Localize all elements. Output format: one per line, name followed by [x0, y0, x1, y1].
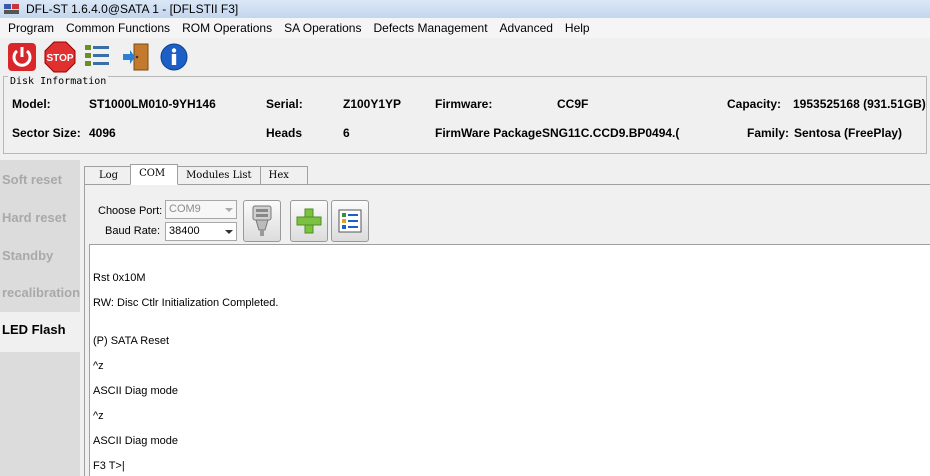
serial-label: Serial: [266, 97, 303, 111]
power-button[interactable] [6, 41, 38, 73]
capacity-label: Capacity: [727, 97, 782, 111]
firmware-value: CC9F [557, 97, 589, 111]
menu-advanced[interactable]: Advanced [494, 18, 559, 38]
tab-log[interactable]: Log [84, 166, 132, 185]
info-icon [160, 43, 188, 71]
add-button[interactable] [290, 200, 328, 242]
stop-button[interactable]: STOP [44, 41, 76, 73]
family-label: Family: [747, 126, 790, 140]
console-line: Rst 0x10M [93, 272, 146, 284]
exit-door-icon [123, 43, 149, 71]
sidebar-item-soft-reset[interactable]: Soft reset [2, 172, 62, 187]
sidebar: Soft reset Hard reset Standby recalibrat… [0, 160, 80, 476]
model-value: ST1000LM010-9YH146 [89, 97, 216, 111]
com-console-output[interactable]: Rst 0x10M RW: Disc Ctlr Initialization C… [89, 244, 930, 476]
menu-common-functions[interactable]: Common Functions [60, 18, 176, 38]
module-list-button[interactable] [331, 200, 369, 242]
console-line: ^z [93, 410, 104, 422]
serial-value: Z100Y1YP [343, 97, 402, 111]
console-line: ASCII Diag mode [93, 435, 178, 447]
tab-hex[interactable]: Hex [259, 166, 308, 185]
app-icon [4, 3, 20, 15]
menu-help[interactable]: Help [559, 18, 596, 38]
tab-bar: Log COM Modules List Hex [84, 164, 308, 185]
stop-icon-text: STOP [46, 53, 73, 64]
serial-connector-icon [252, 205, 272, 236]
info-button[interactable] [158, 41, 190, 73]
sidebar-item-standby[interactable]: Standby [2, 248, 53, 263]
baud-rate-select-value: 38400 [169, 225, 200, 237]
sidebar-item-led-flash[interactable]: LED Flash [2, 322, 66, 337]
list-icon [85, 45, 109, 66]
menu-bar: Program Common Functions ROM Operations … [0, 18, 930, 38]
choose-port-label: Choose Port: [98, 205, 163, 217]
exit-button[interactable] [120, 41, 152, 73]
family-value: Sentosa (FreePlay) [794, 126, 903, 140]
port-select-value: COM9 [169, 203, 201, 215]
window-title: DFL-ST 1.6.4.0@SATA 1 - [DFLSTII F3] [26, 2, 239, 16]
capacity-value: 1953525168 (931.51GB) [793, 97, 926, 111]
baud-rate-label: Baud Rate: [105, 225, 161, 237]
menu-sa-operations[interactable]: SA Operations [278, 18, 367, 38]
heads-label: Heads [266, 126, 303, 140]
tab-com[interactable]: COM [130, 164, 179, 185]
chevron-down-icon [225, 208, 233, 212]
disk-information-legend: Disk Information [8, 76, 109, 88]
title-bar: DFL-ST 1.6.4.0@SATA 1 - [DFLSTII F3] [0, 0, 930, 18]
menu-program[interactable]: Program [2, 18, 60, 38]
sector-size-label: Sector Size: [12, 126, 81, 140]
menu-rom-operations[interactable]: ROM Operations [176, 18, 278, 38]
sidebar-item-hard-reset[interactable]: Hard reset [2, 210, 66, 225]
power-icon [8, 43, 36, 71]
firmware-package-label: FirmWare Package [435, 126, 542, 140]
chevron-down-icon [225, 230, 233, 234]
sector-size-value: 4096 [89, 126, 116, 140]
sidebar-item-recalibration[interactable]: recalibration [2, 285, 80, 300]
connect-port-button[interactable] [243, 200, 281, 242]
console-prompt: F3 T>| [93, 460, 125, 472]
console-line: RW: Disc Ctlr Initialization Completed. [93, 297, 279, 309]
stop-icon: STOP [44, 41, 76, 73]
console-line: ^z [93, 360, 104, 372]
plus-icon [296, 208, 322, 234]
list-button[interactable] [82, 41, 114, 73]
menu-defects-management[interactable]: Defects Management [367, 18, 493, 38]
heads-value: 6 [343, 126, 350, 140]
model-label: Model: [12, 97, 51, 111]
checklist-icon [338, 209, 362, 233]
baud-rate-select[interactable]: 38400 [165, 222, 237, 241]
firmware-label: Firmware: [435, 97, 493, 111]
port-select[interactable]: COM9 [165, 200, 237, 219]
toolbar: STOP [0, 38, 930, 76]
disk-information-group: Disk Information Model: ST1000LM010-9YH1… [3, 76, 927, 154]
console-line: (P) SATA Reset [93, 335, 170, 347]
console-line: ASCII Diag mode [93, 385, 178, 397]
firmware-package-value: SNG11C.CCD9.BP0494.( [542, 126, 680, 140]
tab-modules-list[interactable]: Modules List [177, 166, 261, 185]
